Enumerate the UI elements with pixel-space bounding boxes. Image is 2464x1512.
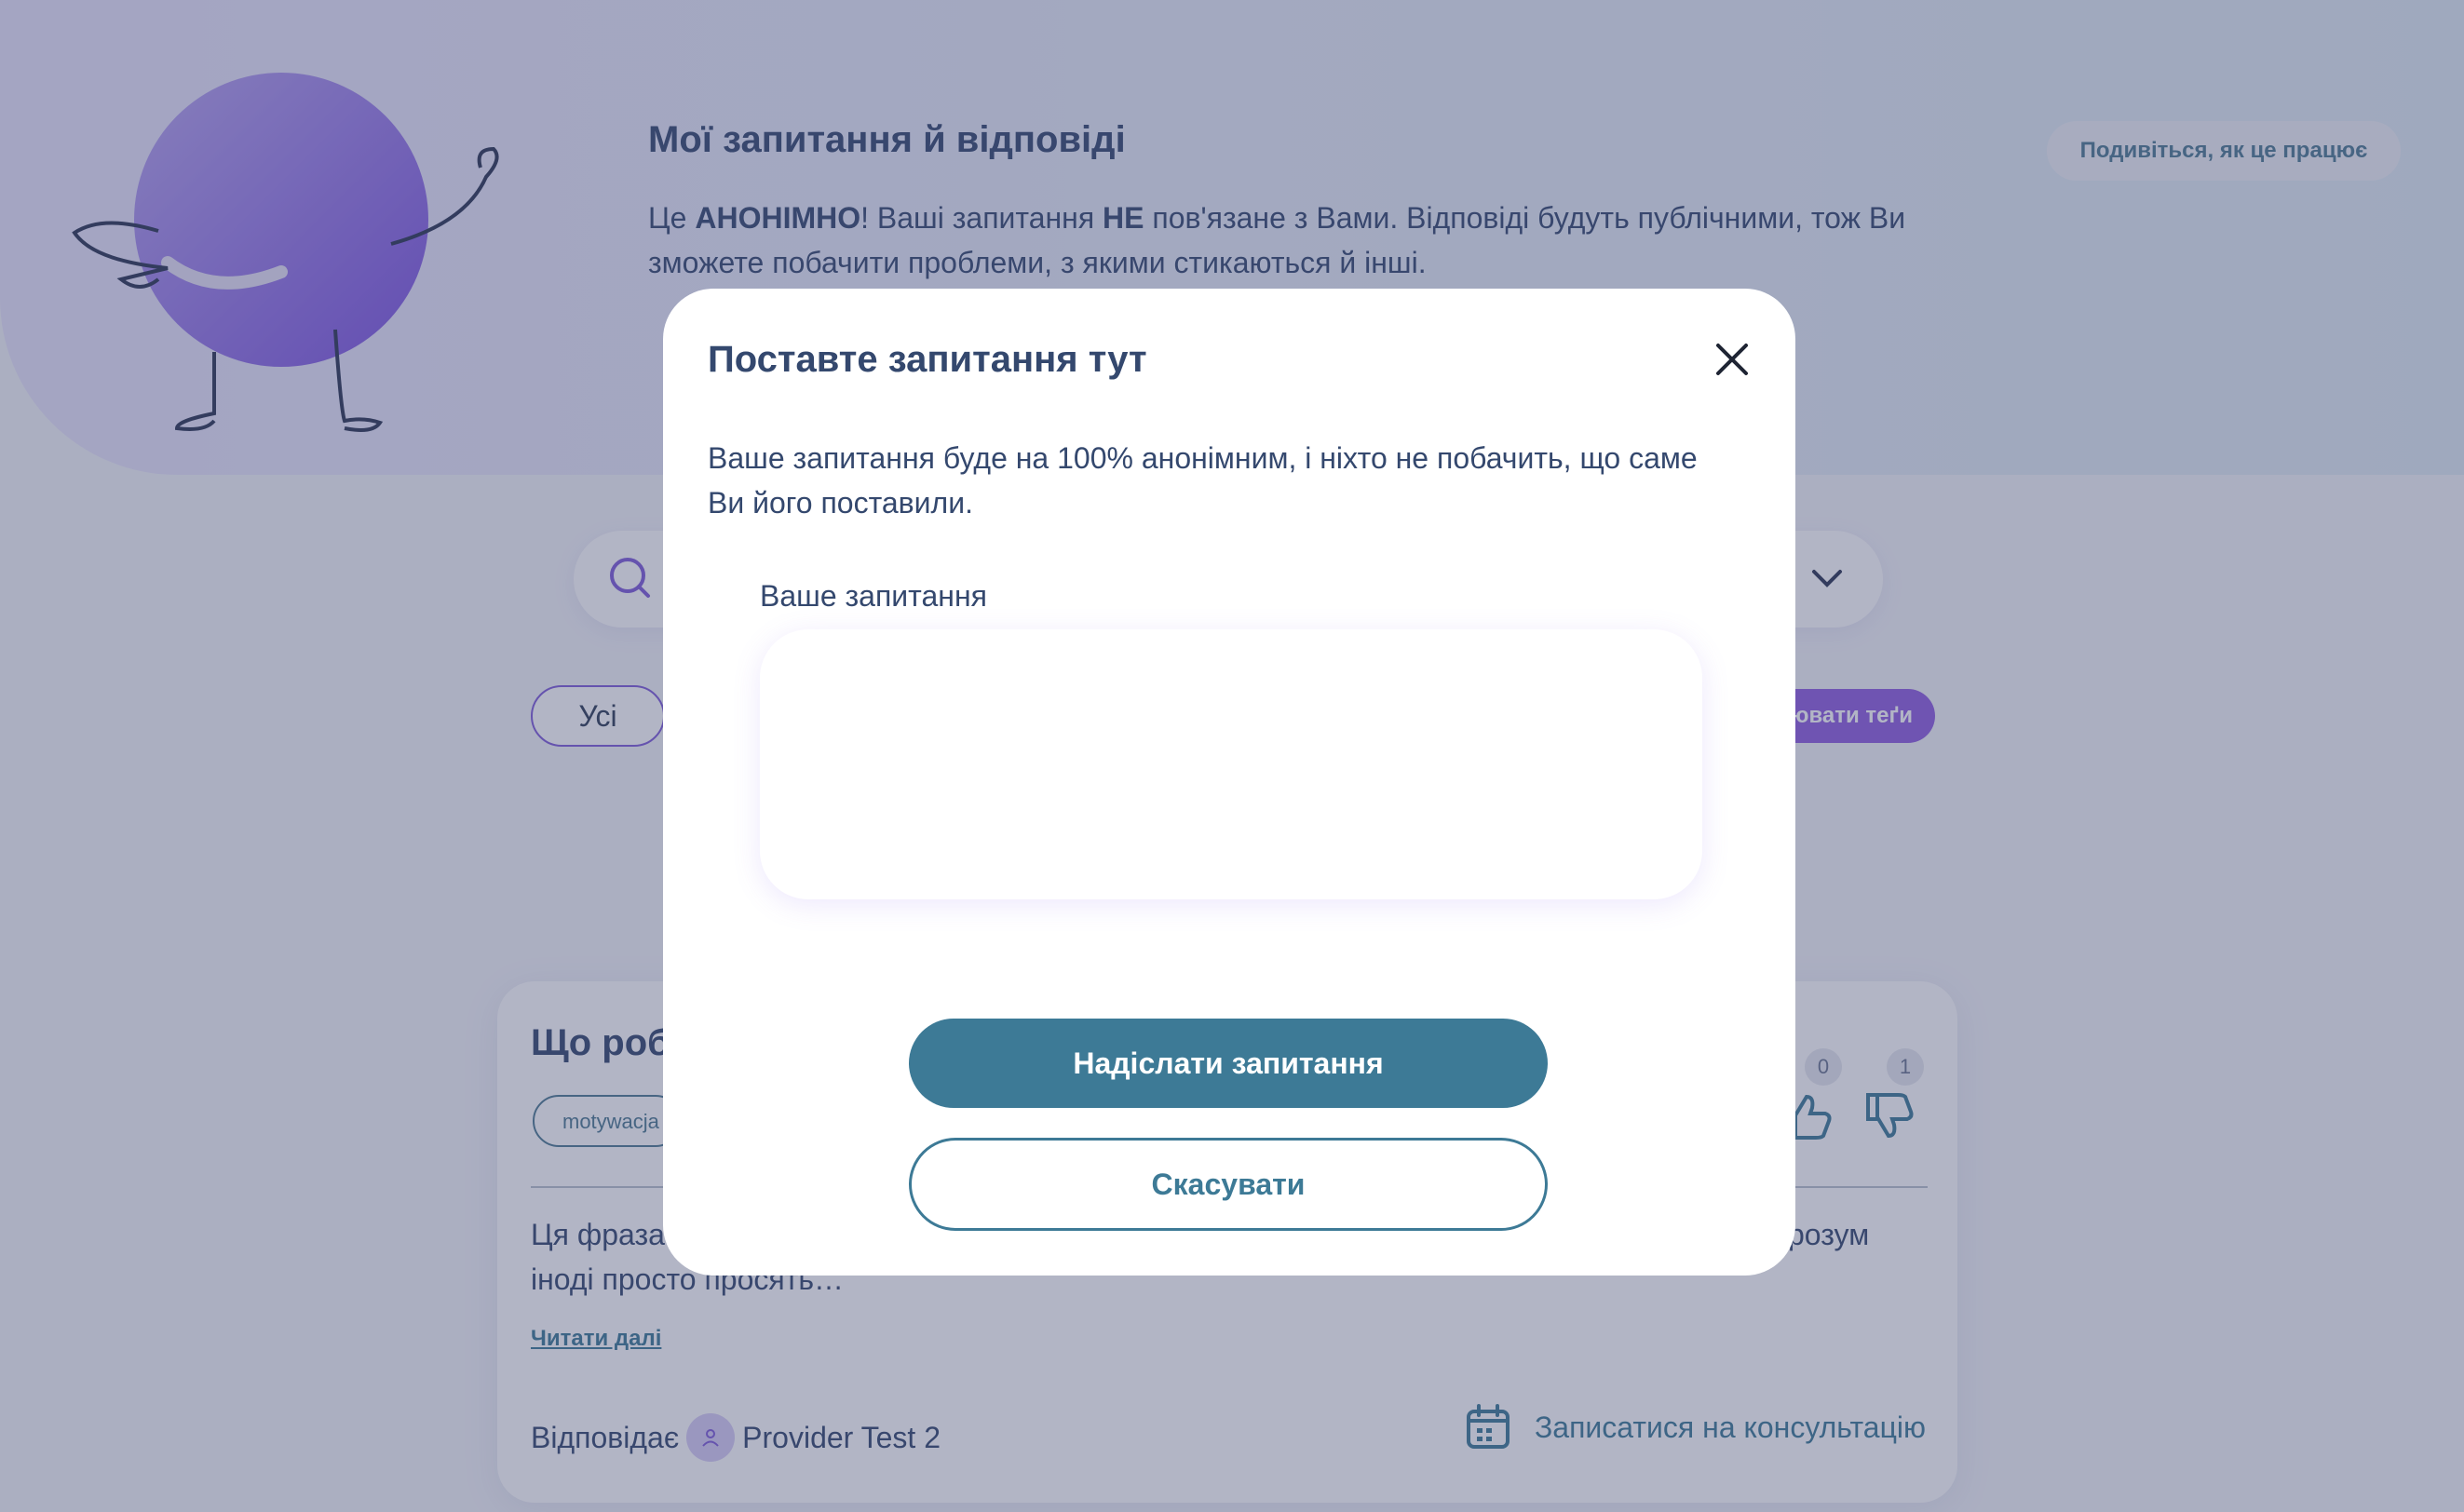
ask-question-dialog: Поставте запитання тут Ваше запитання бу…: [663, 289, 1795, 1276]
cancel-button[interactable]: Скасувати: [909, 1138, 1548, 1231]
send-question-button[interactable]: Надіслати запитання: [909, 1019, 1548, 1108]
question-input[interactable]: [760, 629, 1702, 899]
dialog-title: Поставте запитання тут: [708, 339, 1147, 380]
question-field-label: Ваше запитання: [760, 579, 987, 613]
close-icon: [1716, 344, 1748, 375]
close-button[interactable]: [1704, 331, 1760, 387]
dialog-description: Ваше запитання буде на 100% анонімним, і…: [708, 441, 1698, 520]
